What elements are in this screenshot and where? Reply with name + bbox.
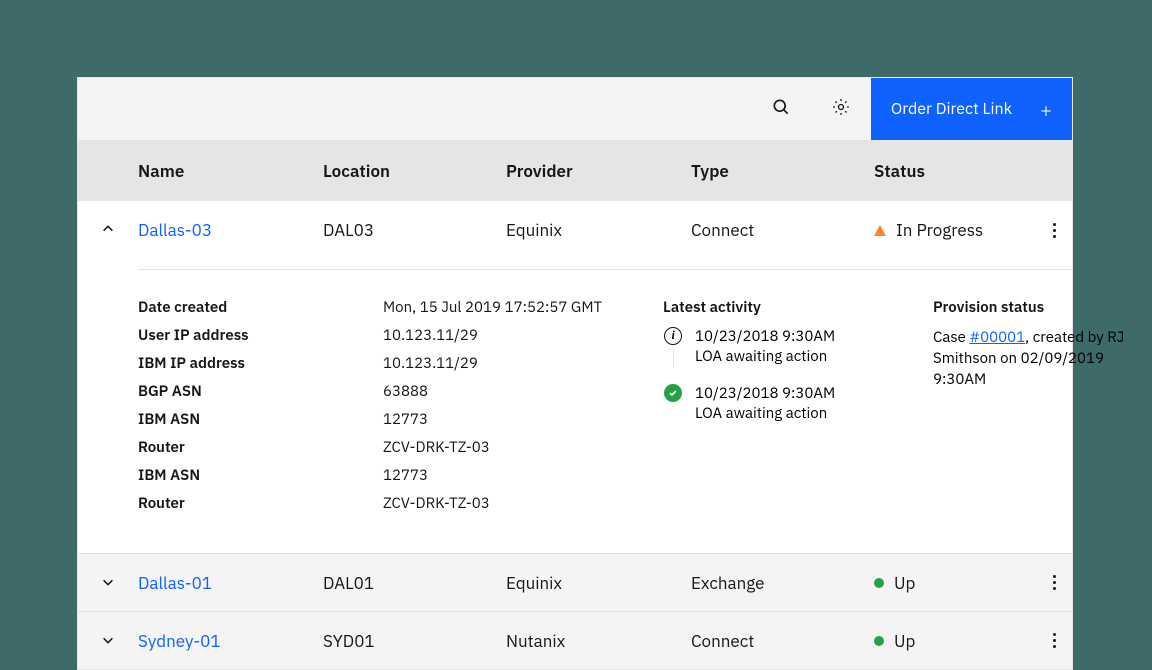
chevron-down-icon — [101, 572, 115, 594]
detail-labels: Date created User IP address IBM IP addr… — [138, 298, 383, 513]
row-location: DAL03 — [323, 219, 506, 241]
val-bgp-asn: 63888 — [383, 382, 663, 401]
plus-icon: + — [1040, 96, 1052, 123]
row-provider: Equinix — [506, 219, 691, 241]
lbl-ibm-asn: IBM ASN — [138, 410, 383, 429]
info-icon: i — [664, 327, 682, 345]
chevron-up-icon — [101, 219, 115, 241]
val-user-ip: 10.123.11/29 — [383, 326, 663, 345]
row-status: Up — [874, 630, 1034, 652]
expand-toggle[interactable] — [78, 572, 138, 594]
row-name-link[interactable]: Sydney-01 — [138, 630, 323, 652]
row-status: Up — [874, 572, 1034, 594]
overflow-icon — [1053, 575, 1056, 590]
row-location: SYD01 — [323, 630, 506, 652]
row-actions-menu[interactable] — [1034, 575, 1074, 590]
search-button[interactable] — [751, 78, 811, 140]
expand-toggle[interactable] — [78, 630, 138, 652]
activity-ts: 10/23/2018 9:30AM — [695, 384, 835, 404]
activity-item: 10/23/2018 9:30AM LOA awaiting action — [663, 384, 933, 425]
lbl-router2: Router — [138, 494, 383, 513]
val-ibm-ip: 10.123.11/29 — [383, 354, 663, 373]
table-row: Sydney-01 SYD01 Nutanix Connect Up — [78, 611, 1072, 669]
latest-activity-title: Latest activity — [663, 298, 933, 317]
case-link[interactable]: #00001 — [969, 328, 1025, 347]
status-text: In Progress — [896, 219, 983, 241]
activity-ts: 10/23/2018 9:30AM — [695, 327, 835, 347]
row-details-panel: Date created User IP address IBM IP addr… — [78, 259, 1072, 553]
row-status: In Progress — [874, 219, 1034, 241]
col-provider: Provider — [506, 160, 691, 182]
row-provider: Equinix — [506, 572, 691, 594]
provision-title: Provision status — [933, 298, 1133, 317]
order-label: Order Direct Link — [891, 99, 1012, 119]
row-name-link[interactable]: Dallas-03 — [138, 219, 323, 241]
expand-toggle[interactable] — [78, 219, 138, 241]
table-header: Name Location Provider Type Status — [78, 140, 1072, 201]
status-up-dot-icon — [874, 578, 884, 588]
row-name-link[interactable]: Dallas-01 — [138, 572, 323, 594]
val-router: ZCV-DRK-TZ-03 — [383, 438, 663, 457]
col-status: Status — [874, 160, 1034, 182]
val-ibm-asn2: 12773 — [383, 466, 663, 485]
chevron-down-icon — [101, 630, 115, 652]
row-actions-menu[interactable] — [1034, 223, 1074, 238]
settings-button[interactable] — [811, 78, 871, 140]
gear-icon — [831, 97, 851, 122]
col-location: Location — [323, 160, 506, 182]
col-type: Type — [691, 160, 874, 182]
toolbar: Order Direct Link + — [78, 78, 1072, 140]
detail-values: Mon, 15 Jul 2019 17:52:57 GMT 10.123.11/… — [383, 298, 663, 513]
lbl-user-ip: User IP address — [138, 326, 383, 345]
warning-triangle-icon — [874, 225, 886, 236]
col-name: Name — [138, 160, 323, 182]
latest-activity-section: Latest activity i 10/23/2018 9:30AM LOA … — [663, 298, 933, 513]
activity-msg: LOA awaiting action — [695, 404, 835, 424]
status-text: Up — [894, 630, 915, 652]
status-up-dot-icon — [874, 636, 884, 646]
overflow-icon — [1053, 223, 1056, 238]
overflow-icon — [1053, 633, 1056, 648]
row-location: DAL01 — [323, 572, 506, 594]
val-router2: ZCV-DRK-TZ-03 — [383, 494, 663, 513]
val-date-created: Mon, 15 Jul 2019 17:52:57 GMT — [383, 298, 663, 317]
row-type: Connect — [691, 219, 874, 241]
search-icon — [771, 97, 791, 122]
checkmark-filled-icon — [664, 384, 682, 402]
lbl-bgp-asn: BGP ASN — [138, 382, 383, 401]
row-type: Exchange — [691, 572, 874, 594]
row-provider: Nutanix — [506, 630, 691, 652]
row-actions-menu[interactable] — [1034, 633, 1074, 648]
lbl-ibm-asn2: IBM ASN — [138, 466, 383, 485]
table-row: Dallas-01 DAL01 Equinix Exchange Up — [78, 553, 1072, 611]
provision-status-section: Provision status Case #00001, created by… — [933, 298, 1133, 513]
direct-link-panel: Order Direct Link + Name Location Provid… — [77, 77, 1073, 670]
activity-item: i 10/23/2018 9:30AM LOA awaiting action — [663, 327, 933, 368]
order-direct-link-button[interactable]: Order Direct Link + — [871, 78, 1072, 140]
table-row: Dallas-03 DAL03 Equinix Connect In Progr… — [78, 201, 1072, 259]
lbl-date-created: Date created — [138, 298, 383, 317]
status-text: Up — [894, 572, 915, 594]
provision-pre: Case — [933, 328, 969, 347]
lbl-ibm-ip: IBM IP address — [138, 354, 383, 373]
activity-msg: LOA awaiting action — [695, 347, 835, 367]
row-type: Connect — [691, 630, 874, 652]
lbl-router: Router — [138, 438, 383, 457]
val-ibm-asn: 12773 — [383, 410, 663, 429]
